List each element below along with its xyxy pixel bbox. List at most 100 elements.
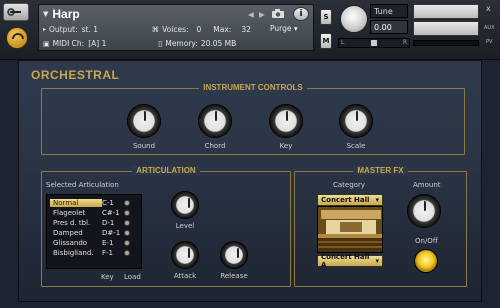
output-label: Output: <box>49 25 78 34</box>
next-instrument-icon[interactable]: ▶ <box>259 10 265 19</box>
prev-instrument-icon[interactable]: ◀ <box>248 10 254 19</box>
articulation-name: Pres d. tbl. <box>53 219 91 227</box>
midi-icon: ▣ <box>43 39 50 48</box>
panel-title: ORCHESTRAL <box>31 68 120 82</box>
instrument-controls-group: INSTRUMENT CONTROLS <box>41 83 465 155</box>
amount-knob[interactable] <box>407 194 441 228</box>
articulation-name: Glissando <box>53 239 88 247</box>
library-logo <box>6 27 28 49</box>
articulation-item-pres-d-tbl[interactable]: Pres d. tbl. D-1 <box>50 218 138 228</box>
chord-knob[interactable] <box>198 104 232 138</box>
voices-icon: ⌘ <box>151 25 160 34</box>
pv-button[interactable]: PV <box>486 39 492 45</box>
load-led[interactable] <box>124 240 130 246</box>
memory-label: Memory: <box>165 39 198 48</box>
volume-slider[interactable] <box>413 40 479 46</box>
midi-value[interactable]: [A] 1 <box>88 39 158 48</box>
output-value[interactable]: st. 1 <box>82 25 152 34</box>
amount-label: Amount <box>413 181 441 189</box>
articulation-title: ARTICULATION <box>132 166 200 175</box>
articulation-key: C-1 <box>102 199 114 207</box>
voices-label: Voices: <box>162 25 189 34</box>
pan-right-label: R <box>402 39 407 46</box>
level-meter-top <box>413 4 479 19</box>
solo-label: S <box>323 13 329 21</box>
close-button[interactable]: x <box>486 4 491 13</box>
category-value: Concert Hall <box>321 196 370 204</box>
level-knob[interactable] <box>171 191 199 219</box>
pan-slider[interactable]: L R <box>338 38 410 48</box>
max-value[interactable]: 32 <box>241 25 251 34</box>
key-column-label: Key <box>101 273 114 281</box>
aux-button[interactable]: AUX <box>484 25 495 31</box>
articulation-item-bisbigliand[interactable]: Bisbigliand. F-1 <box>50 248 138 258</box>
load-led[interactable] <box>124 230 130 236</box>
load-led[interactable] <box>124 200 130 206</box>
articulation-key: F-1 <box>102 249 114 257</box>
level-label: Level <box>175 222 195 230</box>
sound-knob[interactable] <box>127 104 161 138</box>
attack-knob[interactable] <box>171 241 199 269</box>
category-dropdown[interactable]: Concert Hall ▾ <box>317 194 383 206</box>
max-label: Max: <box>213 25 232 34</box>
info-icon: i <box>299 9 303 19</box>
load-led[interactable] <box>124 250 130 256</box>
onoff-button[interactable] <box>414 249 438 273</box>
scale-label: Scale <box>346 142 366 150</box>
selected-articulation-label: Selected Articulation <box>46 181 119 189</box>
memory-value: 20.05 MB <box>200 39 237 48</box>
load-led[interactable] <box>124 210 130 216</box>
articulation-key: C#-1 <box>102 209 120 217</box>
articulation-key: D-1 <box>102 219 115 227</box>
category-label: Category <box>333 181 365 189</box>
output-arrow-icon: ▸ <box>43 26 47 33</box>
key-knob[interactable] <box>269 104 303 138</box>
tune-knob[interactable] <box>340 5 368 33</box>
sound-label: Sound <box>132 142 156 150</box>
release-knob[interactable] <box>220 241 248 269</box>
purge-label: Purge <box>270 24 292 33</box>
level-meter-bottom <box>413 21 479 36</box>
purge-button[interactable]: Purge ▾ <box>270 24 298 33</box>
articulation-item-damped[interactable]: Damped D#-1 <box>50 228 138 238</box>
articulation-name: Flageolet <box>53 209 86 217</box>
voices-value: 0 <box>196 25 202 34</box>
onoff-label: On/Off <box>415 237 438 245</box>
instrument-header: ▼ Harp ◀ ▶ ▸ Output: st. 1 ⌘ Voices: 0 M… <box>38 4 314 51</box>
load-column-label: Load <box>124 273 141 281</box>
dropdown-arrow-icon: ▾ <box>375 196 379 204</box>
mute-button[interactable]: M <box>320 33 332 49</box>
camera-icon[interactable] <box>271 8 285 19</box>
collapse-arrow-icon[interactable]: ▼ <box>43 10 48 18</box>
articulation-name: Normal <box>50 199 102 207</box>
instrument-name[interactable]: Harp <box>52 7 79 21</box>
concert-hall-image <box>317 206 383 253</box>
articulation-item-normal[interactable]: Normal C-1 <box>50 198 138 208</box>
articulation-key: E-1 <box>102 239 114 247</box>
load-led[interactable] <box>124 220 130 226</box>
pan-handle[interactable] <box>371 40 377 46</box>
articulation-name: Damped <box>53 229 83 237</box>
mute-label: M <box>322 37 330 45</box>
chord-label: Chord <box>204 142 226 150</box>
articulation-list[interactable]: Normal C-1 Flageolet C#-1 Pres d. tbl. D-1 … <box>46 194 142 269</box>
articulation-name: Bisbigliand. <box>53 249 94 257</box>
kontakt-header: ▼ Harp ◀ ▶ ▸ Output: st. 1 ⌘ Voices: 0 M… <box>0 0 500 60</box>
release-label: Release <box>220 272 248 280</box>
wrench-icon[interactable] <box>3 3 29 21</box>
articulation-item-glissando[interactable]: Glissando E-1 <box>50 238 138 248</box>
pan-left-label: L <box>341 39 345 46</box>
info-button[interactable]: i <box>293 7 309 21</box>
attack-label: Attack <box>173 272 197 280</box>
midi-label: MIDI Ch: <box>52 39 85 48</box>
master-fx-title: MASTER FX <box>353 166 408 175</box>
memory-icon: ▯ <box>158 39 163 48</box>
instrument-panel: ORCHESTRAL INSTRUMENT CONTROLS Sound Cho… <box>18 60 482 302</box>
tune-label: Tune <box>370 4 408 18</box>
tune-value[interactable]: 0.00 <box>370 20 408 34</box>
preset-dropdown[interactable]: Concert Hall A ▾ <box>317 253 383 269</box>
articulation-item-flageolet[interactable]: Flageolet C#-1 <box>50 208 138 218</box>
preset-value: Concert Hall A <box>321 253 370 269</box>
solo-button[interactable]: S <box>320 9 332 25</box>
scale-knob[interactable] <box>339 104 373 138</box>
